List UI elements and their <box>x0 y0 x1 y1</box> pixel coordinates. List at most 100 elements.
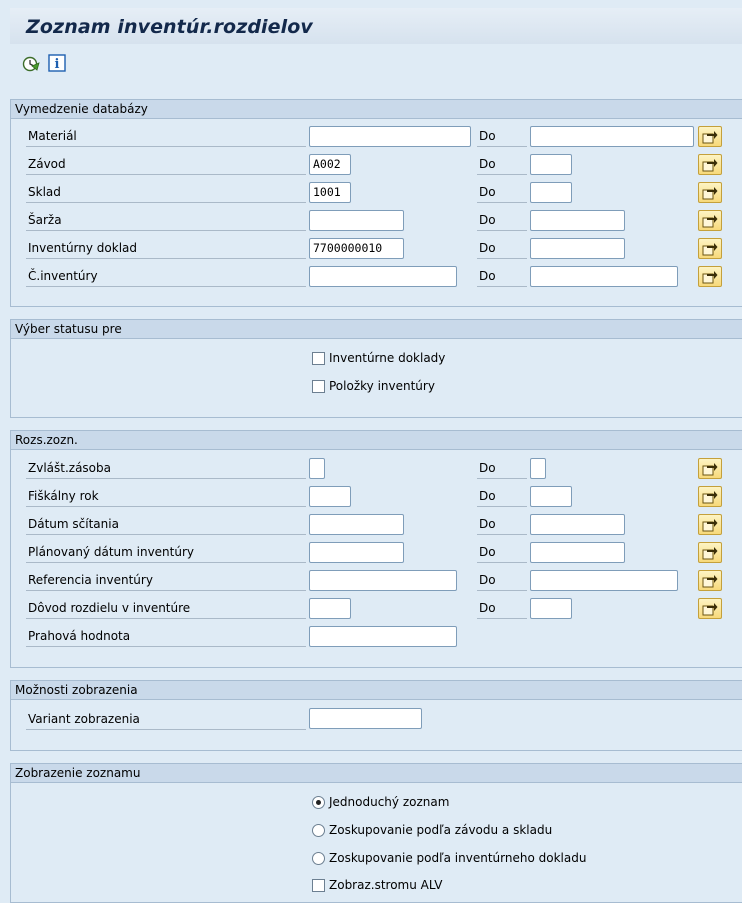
label-threshold-value: Prahová hodnota <box>26 628 306 647</box>
label-difference-reason: Dôvod rozdielu v inventúre <box>26 600 306 619</box>
arrow-right-icon <box>702 243 718 256</box>
planned-inventory-date-from-input[interactable] <box>309 542 404 563</box>
section-status-selection: Výber statusu pre <box>10 319 742 418</box>
label-special-stock: Zvlášt.zásoba <box>26 460 306 479</box>
fiscal-year-to-input[interactable] <box>530 486 572 507</box>
inventory-number-from-input[interactable] <box>309 266 457 287</box>
label-count-date: Dátum sčítania <box>26 516 306 535</box>
label-to: Do <box>477 516 527 535</box>
label-to: Do <box>477 600 527 619</box>
title-bar: Zoznam inventúr.rozdielov <box>10 8 742 44</box>
inventory-number-to-input[interactable] <box>530 266 678 287</box>
inventory-reference-from-input[interactable] <box>309 570 457 591</box>
storage-location-to-input[interactable] <box>530 182 572 203</box>
arrow-right-icon <box>702 547 718 560</box>
plant-to-input[interactable] <box>530 154 572 175</box>
count-date-from-input[interactable] <box>309 514 404 535</box>
label-fiscal-year: Fiškálny rok <box>26 488 306 507</box>
label-to: Do <box>477 460 527 479</box>
section-header: Možnosti zobrazenia <box>11 681 742 700</box>
info-icon[interactable]: i <box>48 54 66 72</box>
label-to: Do <box>477 184 527 203</box>
arrow-right-icon <box>702 131 718 144</box>
arrow-right-icon <box>702 575 718 588</box>
label-planned-inventory-date: Plánovaný dátum inventúry <box>26 544 306 563</box>
section-header: Vymedzenie databázy <box>11 100 742 119</box>
batch-multiple-selection-button[interactable] <box>698 210 722 231</box>
section-header: Zobrazenie zoznamu <box>11 764 742 783</box>
material-multiple-selection-button[interactable] <box>698 126 722 147</box>
inventory-items-label: Položky inventúry <box>329 379 435 393</box>
inventory-reference-to-input[interactable] <box>530 570 678 591</box>
count-date-multiple-selection-button[interactable] <box>698 514 722 535</box>
group-by-inventory-document-label: Zoskupovanie podľa inventúrneho dokladu <box>329 851 587 865</box>
inventory-number-multiple-selection-button[interactable] <box>698 266 722 287</box>
arrow-right-icon <box>702 519 718 532</box>
planned-inventory-date-to-input[interactable] <box>530 542 625 563</box>
arrow-right-icon <box>702 215 718 228</box>
arrow-right-icon <box>702 463 718 476</box>
arrow-right-icon <box>702 159 718 172</box>
label-material: Materiál <box>26 128 306 147</box>
inventory-reference-multiple-selection-button[interactable] <box>698 570 722 591</box>
group-by-plant-storage-label: Zoskupovanie podľa závodu a skladu <box>329 823 553 837</box>
arrow-right-icon <box>702 491 718 504</box>
label-to: Do <box>477 268 527 287</box>
label-storage-location: Sklad <box>26 184 306 203</box>
label-to: Do <box>477 240 527 259</box>
page-title: Zoznam inventúr.rozdielov <box>26 16 313 38</box>
section-header: Rozs.zozn. <box>11 431 742 450</box>
group-by-plant-storage-radio[interactable] <box>312 824 325 837</box>
arrow-right-icon <box>702 187 718 200</box>
material-from-input[interactable] <box>309 126 471 147</box>
special-stock-from-input[interactable] <box>309 458 325 479</box>
label-inventory-document: Inventúrny doklad <box>26 240 306 259</box>
difference-reason-from-input[interactable] <box>309 598 351 619</box>
svg-text:i: i <box>55 57 60 72</box>
group-by-inventory-document-radio[interactable] <box>312 852 325 865</box>
inventory-documents-label: Inventúrne doklady <box>329 351 446 365</box>
label-display-variant: Variant zobrazenia <box>26 711 306 730</box>
simple-list-label: Jednoduchý zoznam <box>329 795 450 809</box>
difference-reason-multiple-selection-button[interactable] <box>698 598 722 619</box>
inventory-document-to-input[interactable] <box>530 238 625 259</box>
fiscal-year-from-input[interactable] <box>309 486 351 507</box>
application-toolbar: i <box>10 44 742 84</box>
label-to: Do <box>477 488 527 507</box>
count-date-to-input[interactable] <box>530 514 625 535</box>
display-variant-input[interactable] <box>309 708 422 729</box>
simple-list-radio[interactable] <box>312 796 325 809</box>
batch-from-input[interactable] <box>309 210 404 231</box>
storage-location-from-input[interactable]: 1001 <box>309 182 351 203</box>
alv-tree-display-checkbox[interactable] <box>312 879 325 892</box>
label-inventory-number: Č.inventúry <box>26 268 306 287</box>
alv-tree-display-label: Zobraz.stromu ALV <box>329 878 443 892</box>
inventory-items-checkbox[interactable] <box>312 380 325 393</box>
label-to: Do <box>477 212 527 231</box>
storage-location-multiple-selection-button[interactable] <box>698 182 722 203</box>
special-stock-to-input[interactable] <box>530 458 546 479</box>
label-to: Do <box>477 544 527 563</box>
label-to: Do <box>477 128 527 147</box>
material-to-input[interactable] <box>530 126 694 147</box>
planned-inventory-date-multiple-selection-button[interactable] <box>698 542 722 563</box>
execute-clock-icon[interactable] <box>22 55 40 73</box>
label-to: Do <box>477 156 527 175</box>
arrow-right-icon <box>702 271 718 284</box>
plant-from-input[interactable]: A002 <box>309 154 351 175</box>
difference-reason-to-input[interactable] <box>530 598 572 619</box>
label-inventory-reference: Referencia inventúry <box>26 572 306 591</box>
section-header: Výber statusu pre <box>11 320 742 339</box>
fiscal-year-multiple-selection-button[interactable] <box>698 486 722 507</box>
batch-to-input[interactable] <box>530 210 625 231</box>
label-to: Do <box>477 572 527 591</box>
threshold-value-input[interactable] <box>309 626 457 647</box>
label-batch: Šarža <box>26 212 306 231</box>
plant-multiple-selection-button[interactable] <box>698 154 722 175</box>
label-plant: Závod <box>26 156 306 175</box>
arrow-right-icon <box>702 603 718 616</box>
inventory-document-from-input[interactable]: 7700000010 <box>309 238 404 259</box>
special-stock-multiple-selection-button[interactable] <box>698 458 722 479</box>
inventory-document-multiple-selection-button[interactable] <box>698 238 722 259</box>
inventory-documents-checkbox[interactable] <box>312 352 325 365</box>
